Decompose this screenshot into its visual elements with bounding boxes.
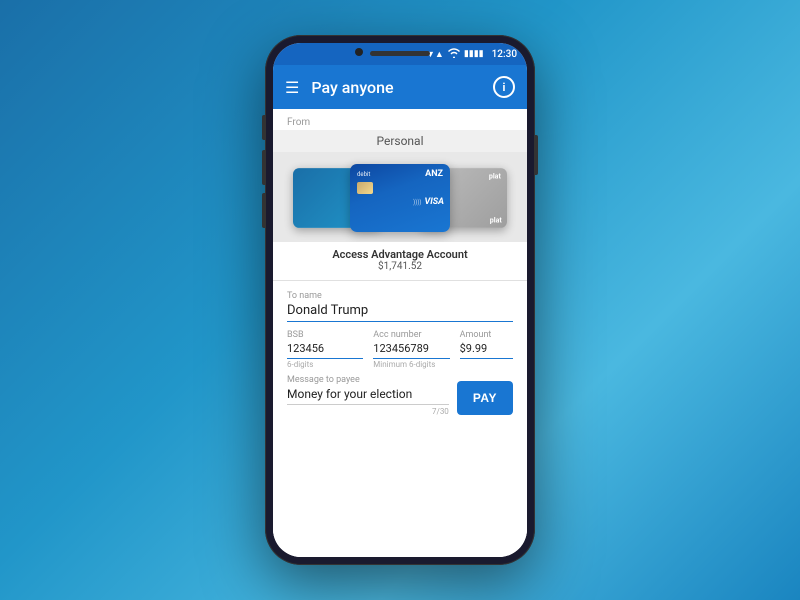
phone-screen: ▼▲ ▮▮▮▮ 12:30 ☰ Pay anyone i (273, 43, 527, 557)
card-right-label: plat (489, 172, 501, 180)
page-title: Pay anyone (311, 78, 493, 97)
info-icon[interactable]: i (493, 76, 515, 98)
phone-button-left2 (262, 150, 265, 185)
wifi-icon (448, 48, 460, 61)
to-name-value[interactable]: Donald Trump (287, 303, 513, 322)
top-bar: ☰ Pay anyone i (273, 65, 527, 109)
phone-camera (355, 48, 363, 56)
acc-field-col: Acc number 123456789 Minimum 6-digits (373, 330, 449, 369)
phone-button-right (535, 135, 538, 175)
card-debit-label: debit (357, 171, 370, 178)
bsb-value[interactable]: 123456 (287, 342, 363, 359)
form-section: To name Donald Trump BSB 123456 6-digits… (273, 281, 527, 557)
acc-label: Acc number (373, 330, 449, 340)
personal-label: Personal (273, 130, 527, 152)
account-name: Access Advantage Account (273, 248, 527, 261)
bsb-field-col: BSB 123456 6-digits (287, 330, 363, 369)
bsb-label: BSB (287, 330, 363, 340)
card-right-plat-label: plat (490, 216, 502, 224)
account-info: Access Advantage Account $1,741.52 (273, 242, 527, 281)
phone-device: ▼▲ ▮▮▮▮ 12:30 ☰ Pay anyone i (265, 35, 535, 565)
message-label: Message to payee (287, 375, 449, 385)
bsb-acc-amount-row: BSB 123456 6-digits Acc number 123456789… (287, 330, 513, 369)
bsb-hint: 6-digits (287, 360, 363, 369)
card-carousel[interactable]: )))) VISA debit ANZ )))) VISA (273, 152, 527, 242)
from-section: From (273, 109, 527, 130)
amount-value[interactable]: $9.99 (460, 342, 513, 359)
message-count: 7/30 (287, 407, 449, 416)
card-carousel-wrapper: Personal )))) VISA d (273, 130, 527, 242)
to-name-label: To name (287, 291, 513, 301)
battery-icon: ▮▮▮▮ (464, 49, 484, 59)
from-label: From (287, 117, 513, 128)
acc-value[interactable]: 123456789 (373, 342, 449, 359)
message-field: Message to payee Money for your election… (287, 375, 449, 416)
acc-hint: Minimum 6-digits (373, 360, 449, 369)
card-header: debit ANZ (350, 164, 450, 179)
to-name-field-group: To name Donald Trump (287, 291, 513, 322)
amount-label: Amount (460, 330, 513, 340)
content-area: From Personal )))) VISA (273, 109, 527, 557)
message-row: Message to payee Money for your election… (287, 375, 513, 416)
pay-button[interactable]: PAY (457, 381, 513, 415)
card-paywave-icon: )))) (413, 199, 421, 206)
phone-button-left1 (262, 115, 265, 140)
card-center[interactable]: debit ANZ )))) VISA (350, 164, 450, 232)
card-anz-logo: ANZ (425, 169, 443, 179)
card-visa-area: )))) VISA (350, 197, 450, 207)
time-display: 12:30 (492, 49, 517, 60)
message-value[interactable]: Money for your election (287, 387, 449, 405)
phone-speaker (370, 51, 430, 56)
account-balance: $1,741.52 (273, 261, 527, 272)
card-chip (357, 182, 373, 194)
phone-button-left3 (262, 193, 265, 228)
menu-icon[interactable]: ☰ (285, 78, 299, 97)
status-icons: ▼▲ ▮▮▮▮ 12:30 (426, 48, 517, 61)
amount-field-col: Amount $9.99 (460, 330, 513, 369)
card-visa-logo: VISA (425, 197, 445, 207)
